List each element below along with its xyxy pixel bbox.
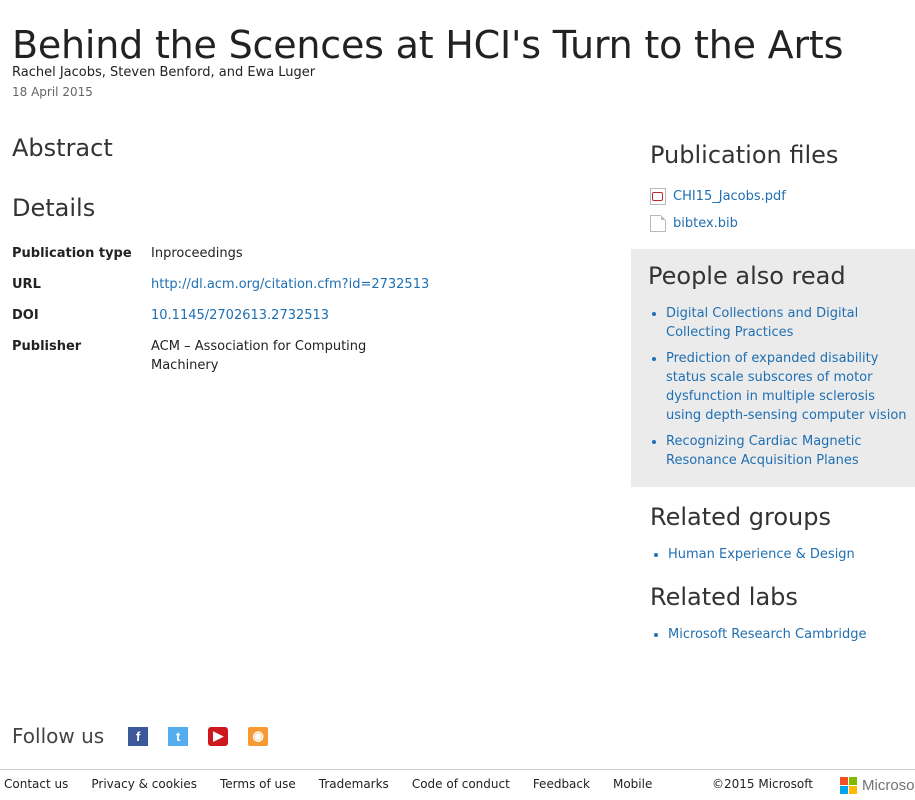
follow-us: Follow us f t ▶ ◉ — [12, 724, 288, 748]
people-also-read-panel: People also read Digital Collections and… — [631, 249, 915, 487]
facebook-icon[interactable]: f — [128, 726, 149, 746]
footer-divider — [0, 769, 915, 770]
copyright: ©2015 Microsoft — [712, 777, 813, 791]
details-row-doi: DOI 10.1145/2702613.2732513 — [12, 306, 432, 325]
details-value: ACM – Association for Computing Machiner… — [151, 339, 367, 373]
related-groups-heading: Related groups — [650, 503, 831, 531]
footer-link-privacy[interactable]: Privacy & cookies — [91, 777, 197, 791]
url-link[interactable]: http://dl.acm.org/citation.cfm?id=273251… — [151, 277, 429, 292]
also-read-link[interactable]: Digital Collections and Digital Collecti… — [666, 306, 858, 340]
details-row-type: Publication type Inproceedings — [12, 244, 432, 263]
list-item: Digital Collections and Digital Collecti… — [666, 304, 911, 342]
details-label: Publisher — [12, 339, 82, 354]
group-link[interactable]: Human Experience & Design — [668, 547, 855, 562]
page-title: Behind the Scences at HCI's Turn to the … — [12, 23, 844, 68]
also-read-link[interactable]: Recognizing Cardiac Magnetic Resonance A… — [666, 434, 862, 468]
also-read-link[interactable]: Prediction of expanded disability status… — [666, 351, 907, 423]
people-also-read-list: Digital Collections and Digital Collecti… — [631, 304, 911, 477]
pdf-icon — [650, 188, 666, 205]
list-item: Microsoft Research Cambridge — [668, 625, 866, 644]
file-link-pdf[interactable]: CHI15_Jacobs.pdf — [673, 189, 786, 204]
microsoft-logo[interactable]: Microsoft — [840, 777, 915, 794]
file-item: CHI15_Jacobs.pdf — [650, 183, 786, 210]
details-value: Inproceedings — [151, 246, 243, 261]
footer-link-mobile[interactable]: Mobile — [613, 777, 652, 791]
rss-icon[interactable]: ◉ — [248, 726, 269, 746]
twitter-icon[interactable]: t — [168, 726, 189, 746]
follow-us-label: Follow us — [12, 724, 105, 748]
list-item: Prediction of expanded disability status… — [666, 349, 911, 425]
footer-link-contact[interactable]: Contact us — [4, 777, 68, 791]
related-labs-list: Microsoft Research Cambridge — [650, 625, 866, 644]
details-row-url: URL http://dl.acm.org/citation.cfm?id=27… — [12, 275, 432, 294]
publication-files-list: CHI15_Jacobs.pdf bibtex.bib — [650, 183, 786, 237]
file-item: bibtex.bib — [650, 210, 786, 237]
details-label: Publication type — [12, 246, 132, 261]
details-label: DOI — [12, 308, 39, 323]
page: Behind the Scences at HCI's Turn to the … — [0, 0, 915, 800]
publication-files-heading: Publication files — [650, 141, 839, 169]
people-also-read-heading: People also read — [648, 262, 846, 290]
microsoft-logo-icon — [840, 777, 857, 794]
related-labs-heading: Related labs — [650, 583, 798, 611]
footer-link-feedback[interactable]: Feedback — [533, 777, 590, 791]
list-item: Human Experience & Design — [668, 545, 855, 564]
footer-link-terms[interactable]: Terms of use — [220, 777, 296, 791]
footer-link-conduct[interactable]: Code of conduct — [412, 777, 510, 791]
file-link-bib[interactable]: bibtex.bib — [673, 216, 738, 231]
details-heading: Details — [12, 194, 96, 222]
abstract-heading: Abstract — [12, 134, 113, 162]
list-item: Recognizing Cardiac Magnetic Resonance A… — [666, 432, 911, 470]
details-row-publisher: Publisher ACM – Association for Computin… — [12, 337, 432, 375]
microsoft-logo-text: Microsoft — [862, 777, 915, 794]
footer-link-trademarks[interactable]: Trademarks — [319, 777, 389, 791]
footer-links: Contact us Privacy & cookies Terms of us… — [4, 777, 675, 791]
doi-link[interactable]: 10.1145/2702613.2732513 — [151, 308, 329, 323]
related-groups-list: Human Experience & Design — [650, 545, 855, 564]
youtube-icon[interactable]: ▶ — [208, 726, 229, 746]
lab-link[interactable]: Microsoft Research Cambridge — [668, 627, 866, 642]
document-icon — [650, 215, 666, 232]
details-label: URL — [12, 277, 41, 292]
publication-date: 18 April 2015 — [12, 85, 93, 99]
details-table: Publication type Inproceedings URL http:… — [12, 244, 432, 387]
authors: Rachel Jacobs, Steven Benford, and Ewa L… — [12, 65, 316, 80]
